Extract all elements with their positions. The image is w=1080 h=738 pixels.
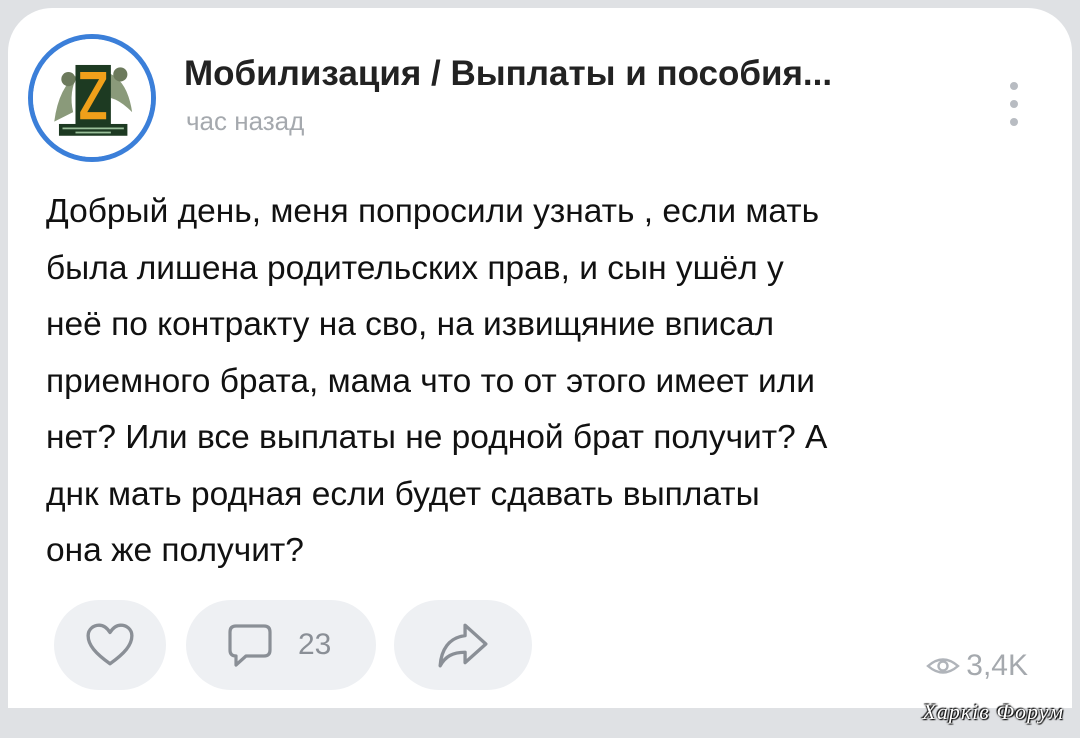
screen: Мобилизация / Выплаты и пособия... час н… <box>0 0 1080 738</box>
eye-icon <box>926 658 961 674</box>
comment-bubble-icon <box>228 624 272 667</box>
post-text-line: нет? Или все выплаты не родной брат полу… <box>46 419 828 456</box>
group-name[interactable]: Мобилизация / Выплаты и пособия... <box>184 54 832 94</box>
comment-button[interactable]: 23 <box>186 600 376 690</box>
share-arrow-icon <box>438 623 488 668</box>
post-text-line: неё по контракту на сво, на извищяние вп… <box>46 306 775 343</box>
group-avatar[interactable] <box>28 34 156 162</box>
post-timestamp: час назад <box>186 106 305 136</box>
watermark: Харків Форум <box>922 699 1064 724</box>
z-emblem-icon <box>33 39 151 157</box>
comment-count: 23 <box>298 628 332 661</box>
views-counter: 3,4K <box>926 648 1028 684</box>
post-text-line: днк мать родная если будет сдавать выпла… <box>46 475 760 513</box>
post-text-line: была лишена родительских прав, и сын ушё… <box>46 249 784 287</box>
post-text: Добрый день, меня попросили узнать , есл… <box>46 184 1046 580</box>
post-header: Мобилизация / Выплаты и пособия... час н… <box>8 8 1072 162</box>
heart-icon <box>86 623 134 666</box>
views-count: 3,4K <box>966 649 1028 682</box>
post-card: Мобилизация / Выплаты и пособия... час н… <box>8 8 1072 708</box>
like-button[interactable] <box>54 600 166 690</box>
more-options-icon[interactable] <box>1002 76 1026 136</box>
share-button[interactable] <box>394 600 532 690</box>
post-text-line: она же получит? <box>46 532 304 569</box>
post-text-line: Добрый день, меня попросили узнать , есл… <box>46 193 820 230</box>
post-text-line: приемного брата, мама что то от этого им… <box>46 362 815 400</box>
